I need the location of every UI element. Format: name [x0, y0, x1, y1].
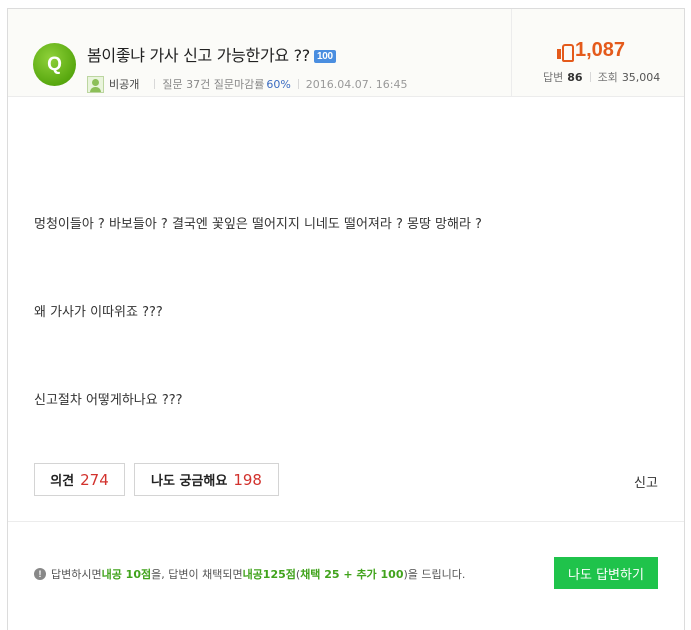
question-title: 봄이좋냐 가사 신고 가능한가요 ?? 100: [87, 42, 336, 66]
opinion-count: 274: [80, 470, 109, 489]
question-card: Q 봄이좋냐 가사 신고 가능한가요 ?? 100 비공개 질문 37건 질문마감…: [7, 8, 685, 630]
curious-label: 나도 궁금해요: [151, 474, 228, 489]
thumbs-up-icon: [557, 43, 574, 62]
question-title-text: 봄이좋냐 가사 신고 가능한가요 ??: [87, 46, 310, 65]
opinion-button[interactable]: 의견 274: [34, 463, 125, 496]
info-icon: !: [34, 568, 46, 580]
meta-divider: [154, 79, 156, 89]
question-body-line: 멍청이들아 ? 바보들아 ? 결국엔 꽃잎은 떨어지지 니네도 떨어져라 ? 몽…: [34, 217, 482, 232]
report-link[interactable]: 신고: [634, 472, 658, 491]
stats-divider: [589, 72, 591, 82]
question-stats: 1,087 답변 86 조회 35,004: [511, 9, 684, 97]
author-name: 비공개: [109, 78, 140, 91]
views-label: 조회: [597, 71, 618, 84]
close-rate-label: 질문마감률: [213, 78, 265, 91]
notice-highlight: 채택 25 + 추가 100: [300, 568, 404, 581]
like-count-value: 1,087: [575, 39, 626, 61]
views-count: 35,004: [621, 70, 661, 84]
notice-highlight: 내공 10점: [101, 568, 152, 581]
question-meta: 비공개 질문 37건 질문마감률 60% 2016.04.07. 16:45: [87, 75, 407, 93]
notice-highlight: 내공125점: [242, 568, 296, 581]
answers-label: 답변: [543, 71, 564, 84]
question-badge-letter: Q: [47, 54, 62, 75]
bounty-badge: 100: [314, 50, 336, 63]
question-date: 2016.04.07. 16:45: [305, 77, 408, 91]
notice-text: 답변하시면: [51, 568, 102, 581]
question-body-line: 신고절차 어떻게하나요 ???: [34, 393, 183, 408]
answer-button[interactable]: 나도 답변하기: [554, 557, 658, 589]
answer-view-counts: 답변 86 조회 35,004: [543, 69, 660, 85]
opinion-label: 의견: [50, 474, 75, 489]
like-count[interactable]: 1,087: [557, 39, 625, 62]
meta-divider: [297, 79, 299, 89]
curious-count: 198: [233, 470, 262, 489]
answer-reward-notice: ! 답변하시면 내공 10점 을, 답변이 채택되면 내공125점 ( 채택 2…: [34, 566, 465, 582]
question-body-line: 왜 가사가 이따위죠 ???: [34, 305, 163, 320]
question-badge-icon: Q: [33, 43, 76, 86]
notice-text: 을, 답변이 채택되면: [151, 568, 243, 581]
close-rate-value: 60%: [266, 77, 291, 91]
question-count: 질문 37건: [162, 78, 211, 91]
question-header: Q 봄이좋냐 가사 신고 가능한가요 ?? 100 비공개 질문 37건 질문마감…: [8, 9, 684, 97]
notice-text: )을 드립니다.: [403, 568, 466, 581]
me-too-curious-button[interactable]: 나도 궁금해요 198: [134, 463, 279, 496]
author-avatar-icon: [87, 75, 104, 93]
answers-count: 86: [567, 70, 583, 84]
section-divider: [8, 521, 684, 522]
